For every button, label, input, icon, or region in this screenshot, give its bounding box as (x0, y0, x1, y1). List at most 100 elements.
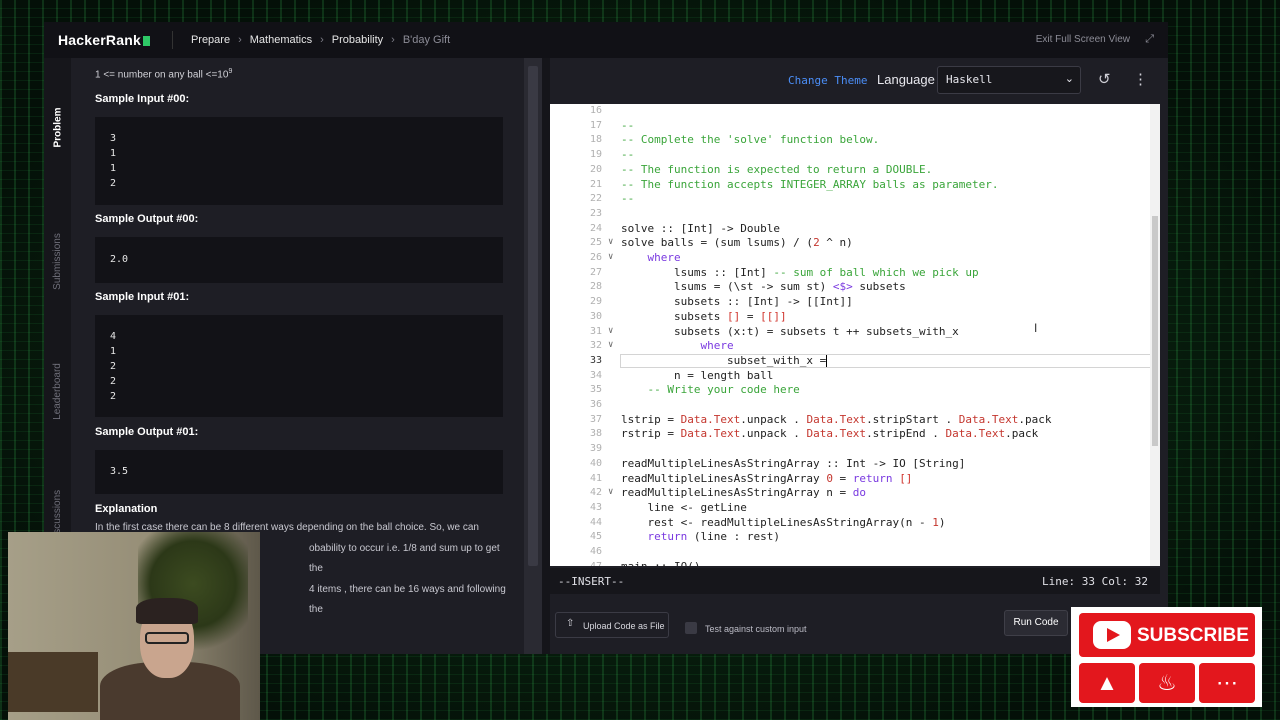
code-line[interactable]: 40 readMultipleLinesAsStringArray :: Int … (550, 457, 1150, 472)
editor-toolbar: Change Theme Language Haskell ⌄ ↺ ⋮ (550, 58, 1168, 106)
line-number: 40 (589, 457, 602, 469)
code-text: n = length ball (621, 368, 774, 382)
breadcrumb-prepare[interactable]: Prepare (191, 34, 230, 46)
code-line[interactable]: 25 ∨ solve balls = (sum lsums) / (2 ^ n) (550, 236, 1150, 251)
scrollbar-thumb[interactable] (528, 66, 538, 566)
line-number: 24 (589, 222, 602, 234)
line-number: 30 (589, 310, 602, 322)
text-cursor-icon: I (1034, 321, 1038, 335)
code-line[interactable]: 42 ∨ readMultipleLinesAsStringArray n = do (550, 486, 1150, 501)
breadcrumb-probability[interactable]: Probability (332, 34, 383, 46)
code-text: solve balls = (sum lsums) / (2 ^ n) (621, 236, 853, 250)
breadcrumb-mathematics[interactable]: Mathematics (250, 34, 312, 46)
fold-toggle-icon[interactable]: ∨ (608, 237, 613, 247)
code-line[interactable]: 28 lsums = (\st -> sum st) <$> subsets (550, 280, 1150, 295)
code-line[interactable]: 20 -- The function is expected to return … (550, 163, 1150, 178)
code-line[interactable]: 33 subset_with_x = (550, 353, 1150, 369)
code-line[interactable]: 22 -- (550, 192, 1150, 207)
code-line[interactable]: 39 (550, 442, 1150, 457)
code-line[interactable]: 31 ∨ subsets (x:t) = subsets t ++ subsets… (550, 325, 1150, 340)
subscribe-button[interactable]: SUBSCRIBE (1079, 613, 1255, 657)
fold-toggle-icon[interactable]: ∨ (608, 326, 613, 336)
code-line[interactable]: 19 -- (550, 148, 1150, 163)
change-theme-link[interactable]: Change Theme (788, 74, 867, 87)
problem-scrollbar[interactable] (524, 58, 542, 654)
line-number: 35 (589, 384, 602, 396)
hackerrank-logo[interactable]: HackerRank (58, 32, 150, 48)
subscribe-overlay: SUBSCRIBE ▲ ♨ ⋯ (1071, 607, 1262, 707)
code-line[interactable]: 44 rest <- readMultipleLinesAsStringArra… (550, 516, 1150, 531)
code-text: readMultipleLinesAsStringArray n = do (621, 486, 867, 500)
code-text: subsets (x:t) = subsets t ++ subsets_wit… (621, 324, 959, 338)
line-number: 21 (589, 178, 602, 190)
code-text: line <- getLine (621, 500, 747, 514)
collapse-icon[interactable]: ⤢ (1145, 33, 1154, 46)
line-number: 45 (589, 531, 602, 543)
code-line[interactable]: 36 (550, 398, 1150, 413)
code-line[interactable]: 16 (550, 104, 1150, 119)
line-number: 20 (589, 163, 602, 175)
line-number: 19 (589, 149, 602, 161)
history-icon[interactable]: ↺ (1098, 70, 1111, 88)
code-line[interactable]: 26 ∨ where (550, 251, 1150, 266)
pane-splitter[interactable] (542, 58, 550, 654)
code-line[interactable]: 21 -- The function accepts INTEGER_ARRAY … (550, 178, 1150, 193)
line-number: 46 (589, 546, 602, 557)
code-line[interactable]: 35 -- Write your code here (550, 383, 1150, 398)
comment-icon[interactable]: ⋯ (1199, 663, 1255, 703)
code-line[interactable]: 32 ∨ where (550, 339, 1150, 354)
sample-output-00-block: 2.0 (95, 237, 503, 283)
code-editor[interactable]: 16 17 -- 18 -- Complete the 'solve' function… (550, 104, 1150, 566)
fold-toggle-icon[interactable]: ∨ (608, 252, 613, 262)
code-line[interactable]: 41 readMultipleLinesAsStringArray 0 = ret… (550, 472, 1150, 487)
code-line[interactable]: 37 lstrip = Data.Text.unpack . Data.Text.… (550, 413, 1150, 428)
sample-input-01-line: 2 (110, 361, 117, 372)
tab-problem[interactable]: Problem (44, 58, 71, 196)
text-caret (826, 354, 828, 367)
editor-scrollbar[interactable] (1150, 104, 1160, 566)
scrollbar-thumb[interactable] (1152, 216, 1158, 446)
line-number: 33 (589, 354, 602, 366)
custom-input-checkbox[interactable] (685, 622, 697, 634)
code-line[interactable]: 24 solve :: [Int] -> Double (550, 222, 1150, 237)
code-line[interactable]: 18 -- Complete the 'solve' function below… (550, 133, 1150, 148)
code-line[interactable]: 46 (550, 545, 1150, 560)
code-line[interactable]: 23 (550, 207, 1150, 222)
code-text: lsums = (\st -> sum st) <$> subsets (621, 280, 906, 294)
line-number: 44 (589, 516, 602, 528)
sample-input-01-heading: Sample Input #01: (95, 291, 190, 303)
tab-leaderboard[interactable]: Leaderboard (44, 326, 71, 456)
code-line[interactable]: 38 rstrip = Data.Text.unpack . Data.Text.… (550, 427, 1150, 442)
sample-input-00-line: 2 (110, 178, 117, 189)
chevron-down-icon: ⌄ (1064, 73, 1074, 85)
code-text: -- Complete the 'solve' function below. (621, 133, 880, 147)
editor-pane: Change Theme Language Haskell ⌄ ↺ ⋮ 16 17… (550, 58, 1168, 654)
sample-output-01-block: 3.5 (95, 450, 503, 494)
code-line[interactable]: 27 lsums :: [Int] -- sum of ball which w… (550, 266, 1150, 281)
exit-fullscreen-link[interactable]: Exit Full Screen View (1036, 34, 1130, 45)
code-line[interactable]: 17 -- (550, 119, 1150, 134)
breadcrumb-current: B'day Gift (402, 34, 451, 46)
code-text: -- (621, 118, 635, 132)
fold-toggle-icon[interactable]: ∨ (608, 340, 613, 350)
code-line[interactable]: 29 subsets :: [Int] -> [[Int]] (550, 295, 1150, 310)
code-line[interactable]: 45 return (line : rest) (550, 530, 1150, 545)
code-line[interactable]: 34 n = length ball (550, 369, 1150, 384)
line-number: 28 (589, 281, 602, 293)
code-line[interactable]: 47 main :: IO() (550, 560, 1150, 566)
language-select[interactable]: Haskell ⌄ (937, 66, 1081, 94)
upload-code-button[interactable]: ⇧ Upload Code as File (555, 612, 669, 638)
fold-toggle-icon[interactable]: ∨ (608, 487, 613, 497)
line-number: 27 (589, 266, 602, 278)
tab-submissions[interactable]: Submissions (44, 196, 71, 326)
more-options-icon[interactable]: ⋮ (1133, 70, 1148, 88)
code-line[interactable]: 30 subsets [] = [[]] (550, 310, 1150, 325)
sample-input-01-block: 4 1 2 2 2 (95, 315, 503, 417)
run-code-button[interactable]: Run Code (1004, 610, 1068, 636)
line-number: 23 (589, 207, 602, 219)
bell-icon[interactable]: ♨ (1139, 663, 1195, 703)
like-icon[interactable]: ▲ (1079, 663, 1135, 703)
breadcrumb: Prepare › Mathematics › Probability › B'… (171, 31, 451, 49)
custom-input-label[interactable]: Test against custom input (705, 624, 807, 634)
code-line[interactable]: 43 line <- getLine (550, 501, 1150, 516)
